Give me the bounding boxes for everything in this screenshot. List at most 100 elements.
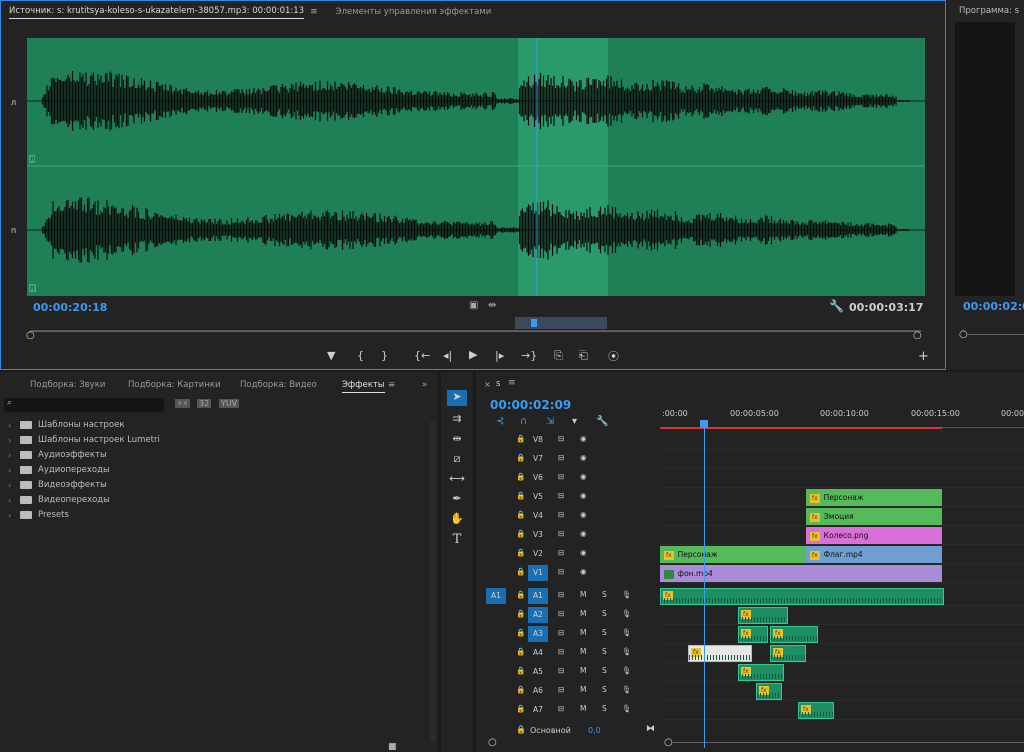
go-to-in-icon[interactable]: {← xyxy=(414,349,430,362)
voiceover-mic-icon[interactable]: 🎙 xyxy=(622,704,632,713)
zoom-handle-left[interactable]: ○ xyxy=(488,737,497,748)
solo-button[interactable]: S xyxy=(602,704,607,713)
lock-icon[interactable]: 🔒 xyxy=(516,685,525,694)
solo-button[interactable]: S xyxy=(602,628,607,637)
lock-icon[interactable]: 🔒 xyxy=(516,704,525,713)
audio-clip[interactable]: fx xyxy=(798,702,834,719)
solo-button[interactable]: S xyxy=(602,647,607,656)
lock-icon[interactable]: 🔒 xyxy=(516,609,525,618)
overwrite-icon[interactable]: ⎗ xyxy=(579,349,588,363)
mute-button[interactable]: M xyxy=(580,590,586,599)
source-timecode[interactable]: 00:00:20:18 xyxy=(33,301,107,314)
voiceover-mic-icon[interactable]: 🎙 xyxy=(622,628,632,637)
sync-lock-icon[interactable]: ⊟ xyxy=(558,510,564,519)
wrench-icon[interactable]: 🔧 xyxy=(829,299,844,313)
track-target-a2[interactable]: A2 xyxy=(528,607,548,623)
sync-lock-icon[interactable]: ⊟ xyxy=(558,704,564,713)
eye-icon[interactable]: ◉ xyxy=(580,491,587,500)
source-ruler-playhead[interactable] xyxy=(531,319,537,327)
sync-lock-icon[interactable]: ⊟ xyxy=(558,609,564,618)
video-clip[interactable]: fx Флаг.mp4 xyxy=(806,546,942,563)
step-forward-icon[interactable]: |▸ xyxy=(495,349,504,362)
lock-icon[interactable]: 🔒 xyxy=(516,548,525,557)
effects-menu-icon[interactable]: ≡ xyxy=(388,380,395,390)
sequence-tab[interactable]: s xyxy=(496,379,500,389)
tab-bin-pictures[interactable]: Подборка: Картинки xyxy=(128,380,221,390)
eye-icon[interactable]: ◉ xyxy=(580,529,587,538)
mute-button[interactable]: M xyxy=(580,666,586,675)
source-zoom-range[interactable] xyxy=(515,317,607,329)
linked-selection-icon[interactable]: ⇲ xyxy=(546,416,554,427)
program-title[interactable]: Программа: s xyxy=(959,6,1019,16)
source-ruler[interactable] xyxy=(31,319,921,331)
track-target-v4[interactable]: V4 xyxy=(528,508,548,524)
audio-clip[interactable]: fx xyxy=(738,626,768,643)
overflow-icon[interactable]: » xyxy=(422,380,427,390)
track-select-tool-icon[interactable]: ⇉ xyxy=(447,412,467,428)
sync-lock-icon[interactable]: ⊟ xyxy=(558,491,564,500)
track-target-v6[interactable]: V6 xyxy=(528,470,548,486)
go-to-end-icon[interactable]: ⧓ xyxy=(646,724,655,734)
lock-icon[interactable]: 🔒 xyxy=(516,472,525,481)
lock-icon[interactable]: 🔒 xyxy=(516,491,525,500)
track-target-a6[interactable]: A6 xyxy=(528,683,548,699)
voiceover-mic-icon[interactable]: 🎙 xyxy=(622,666,632,675)
mute-button[interactable]: M xyxy=(580,704,586,713)
sync-lock-icon[interactable]: ⊟ xyxy=(558,453,564,462)
solo-button[interactable]: S xyxy=(602,666,607,675)
effects-scrollbar[interactable] xyxy=(430,422,436,742)
sync-lock-icon[interactable]: ⊟ xyxy=(558,590,564,599)
slip-tool-icon[interactable]: ⟷ xyxy=(447,472,467,488)
sync-lock-icon[interactable]: ⊟ xyxy=(558,472,564,481)
timeline-timecode[interactable]: 00:00:02:09 xyxy=(490,398,571,412)
mute-button[interactable]: M xyxy=(580,647,586,656)
lock-icon[interactable]: 🔒 xyxy=(516,628,525,637)
effects-item-presets[interactable]: › Шаблоны настроек xyxy=(8,420,125,430)
selection-tool-icon[interactable]: ➤ xyxy=(447,390,467,406)
video-clip[interactable]: fx Колесо.png xyxy=(806,527,942,544)
lock-icon[interactable]: 🔒 xyxy=(516,567,525,576)
add-marker-icon[interactable]: ▾ xyxy=(572,416,577,427)
effects-item-video-transitions[interactable]: › Видеопереходы xyxy=(8,495,110,505)
insert-icon[interactable]: ⎘ xyxy=(554,349,563,363)
lock-icon[interactable]: 🔒 xyxy=(516,647,525,656)
track-target-a5[interactable]: A5 xyxy=(528,664,548,680)
master-volume[interactable]: 0,0 xyxy=(588,726,601,735)
step-back-icon[interactable]: ◂| xyxy=(443,349,452,362)
close-icon[interactable]: × xyxy=(484,380,491,389)
sync-lock-icon[interactable]: ⊟ xyxy=(558,529,564,538)
voiceover-mic-icon[interactable]: 🎙 xyxy=(622,685,632,694)
new-bin-icon[interactable]: ■ xyxy=(388,742,397,752)
audio-clip[interactable]: fx xyxy=(770,626,818,643)
sync-lock-icon[interactable]: ⊟ xyxy=(558,666,564,675)
tab-effect-controls[interactable]: Элементы управления эффектами xyxy=(336,7,492,17)
type-tool-icon[interactable]: T xyxy=(447,532,467,548)
voiceover-mic-icon[interactable]: 🎙 xyxy=(622,609,632,618)
yuv-effects-icon[interactable]: YUV xyxy=(219,399,240,408)
sync-lock-icon[interactable]: ⊟ xyxy=(558,434,564,443)
32bit-effects-icon[interactable]: 32 xyxy=(197,399,212,408)
export-frame-icon[interactable]: ⦿ xyxy=(608,348,619,364)
sync-lock-icon[interactable]: ⊟ xyxy=(558,548,564,557)
timeline-ruler[interactable]: :00:00 00:00:05:00 00:00:10:00 00:00:15:… xyxy=(660,405,1024,431)
tab-bin-video[interactable]: Подборка: Видео xyxy=(240,380,317,390)
ripple-edit-tool-icon[interactable]: ⇹ xyxy=(447,432,467,448)
nest-toggle-icon[interactable]: ⊰ xyxy=(496,416,504,427)
voiceover-mic-icon[interactable]: 🎙 xyxy=(622,647,632,656)
add-button-icon[interactable]: + xyxy=(918,349,929,364)
sync-lock-icon[interactable]: ⊟ xyxy=(558,628,564,637)
audio-clip[interactable]: fx xyxy=(688,645,752,662)
mute-button[interactable]: M xyxy=(580,685,586,694)
mute-button[interactable]: M xyxy=(580,628,586,637)
go-to-out-icon[interactable]: →} xyxy=(521,349,537,362)
track-target-a1[interactable]: A1 xyxy=(528,588,548,604)
audio-clip[interactable]: fx xyxy=(738,607,788,624)
audio-waveform[interactable]: л л п п xyxy=(11,38,925,296)
tab-source[interactable]: Источник: s: krutitsya-koleso-s-ukazatel… xyxy=(9,6,305,19)
video-clip[interactable]: fx Персонаж xyxy=(806,489,942,506)
lock-icon[interactable]: 🔒 xyxy=(516,510,525,519)
lock-icon[interactable]: 🔒 xyxy=(516,434,525,443)
hand-tool-icon[interactable]: ✋ xyxy=(447,512,467,528)
panel-menu-icon[interactable]: ≡ xyxy=(310,7,318,17)
eye-icon[interactable]: ◉ xyxy=(580,567,587,576)
